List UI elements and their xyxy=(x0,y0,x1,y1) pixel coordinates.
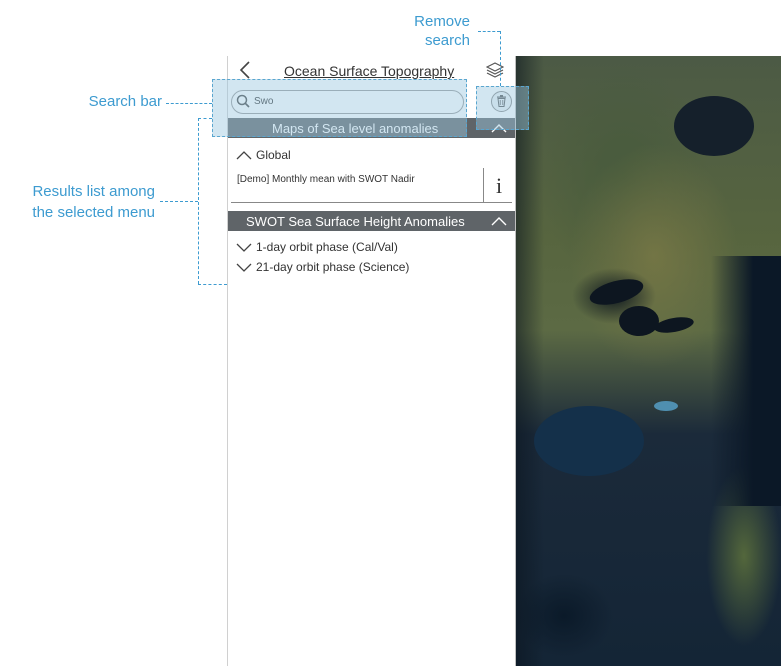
layers-icon[interactable] xyxy=(486,62,504,78)
annotation-bracket xyxy=(198,118,199,284)
great-lakes xyxy=(619,306,659,336)
section-title: SWOT Sea Surface Height Anomalies xyxy=(246,214,465,229)
group-label-global[interactable]: Global xyxy=(256,148,291,162)
section-header-swot-ssha[interactable]: SWOT Sea Surface Height Anomalies xyxy=(228,211,515,231)
chevron-down-icon[interactable] xyxy=(236,263,252,273)
annotation-search-bar: Search bar xyxy=(88,93,162,110)
chevron-up-icon[interactable] xyxy=(236,150,252,160)
chevron-up-icon xyxy=(491,217,507,226)
info-button[interactable]: i xyxy=(483,168,514,202)
annotation-leader xyxy=(160,201,198,202)
gulf-of-mexico xyxy=(534,406,644,476)
side-panel: Ocean Surface Topography Maps of Sea lev… xyxy=(227,56,516,666)
annotation-bracket xyxy=(198,118,212,119)
annotation-leader xyxy=(478,31,500,32)
annotation-results-list: Results list among the selected menu xyxy=(32,183,155,221)
panel-title: Ocean Surface Topography xyxy=(284,63,455,79)
great-lakes xyxy=(587,274,646,310)
hudson-bay-edge xyxy=(674,96,754,156)
caribbean-shallows xyxy=(654,401,678,411)
search-bar-highlight xyxy=(212,79,467,137)
remove-search-highlight xyxy=(476,86,529,130)
great-lakes xyxy=(653,314,695,336)
map-shade xyxy=(514,56,544,666)
annotation-bracket xyxy=(198,284,227,285)
group-label-21-day-orbit[interactable]: 21-day orbit phase (Science) xyxy=(256,260,409,274)
map-ocean xyxy=(711,256,781,506)
list-item-label: [Demo] Monthly mean with SWOT Nadir xyxy=(237,174,415,185)
annotation-leader xyxy=(500,31,501,86)
annotation-remove-search: Remove search xyxy=(414,13,470,49)
chevron-down-icon[interactable] xyxy=(236,243,252,253)
group-label-1-day-orbit[interactable]: 1-day orbit phase (Cal/Val) xyxy=(256,240,398,254)
chevron-left-icon[interactable] xyxy=(238,61,252,79)
annotation-leader xyxy=(166,103,212,104)
list-item[interactable]: [Demo] Monthly mean with SWOT Nadir i xyxy=(231,168,512,203)
satellite-map[interactable] xyxy=(514,56,781,666)
